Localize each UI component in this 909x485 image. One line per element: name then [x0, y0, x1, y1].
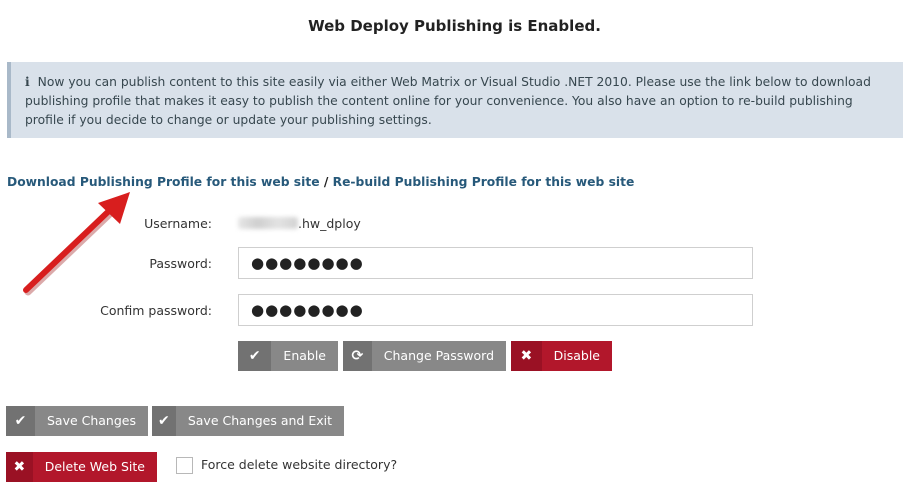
check-icon: ✔ [152, 406, 176, 436]
force-delete-checkbox[interactable] [176, 457, 193, 474]
enable-button[interactable]: ✔ Enable [238, 341, 338, 371]
password-label: Password: [149, 256, 212, 271]
password-field[interactable]: ●●●●●●●● [238, 247, 753, 279]
confirm-password-field[interactable]: ●●●●●●●● [238, 294, 753, 326]
check-icon: ✔ [6, 406, 35, 436]
refresh-icon: ⟳ [343, 341, 372, 371]
check-icon: ✔ [238, 341, 272, 371]
change-password-button[interactable]: ⟳ Change Password [343, 341, 506, 371]
close-icon: ✖ [6, 452, 33, 482]
redacted-username [238, 217, 298, 229]
save-changes-button[interactable]: ✔ Save Changes [6, 406, 148, 436]
close-icon: ✖ [511, 341, 542, 371]
disable-button[interactable]: ✖ Disable [511, 341, 612, 371]
force-delete-label: Force delete website directory? [201, 457, 398, 472]
delete-web-site-button[interactable]: ✖ Delete Web Site [6, 452, 157, 482]
save-and-exit-button[interactable]: ✔ Save Changes and Exit [152, 406, 344, 436]
username-value: .hw_dploy [238, 216, 361, 231]
username-label: Username: [144, 216, 212, 231]
confirm-password-label: Confim password: [100, 303, 212, 318]
